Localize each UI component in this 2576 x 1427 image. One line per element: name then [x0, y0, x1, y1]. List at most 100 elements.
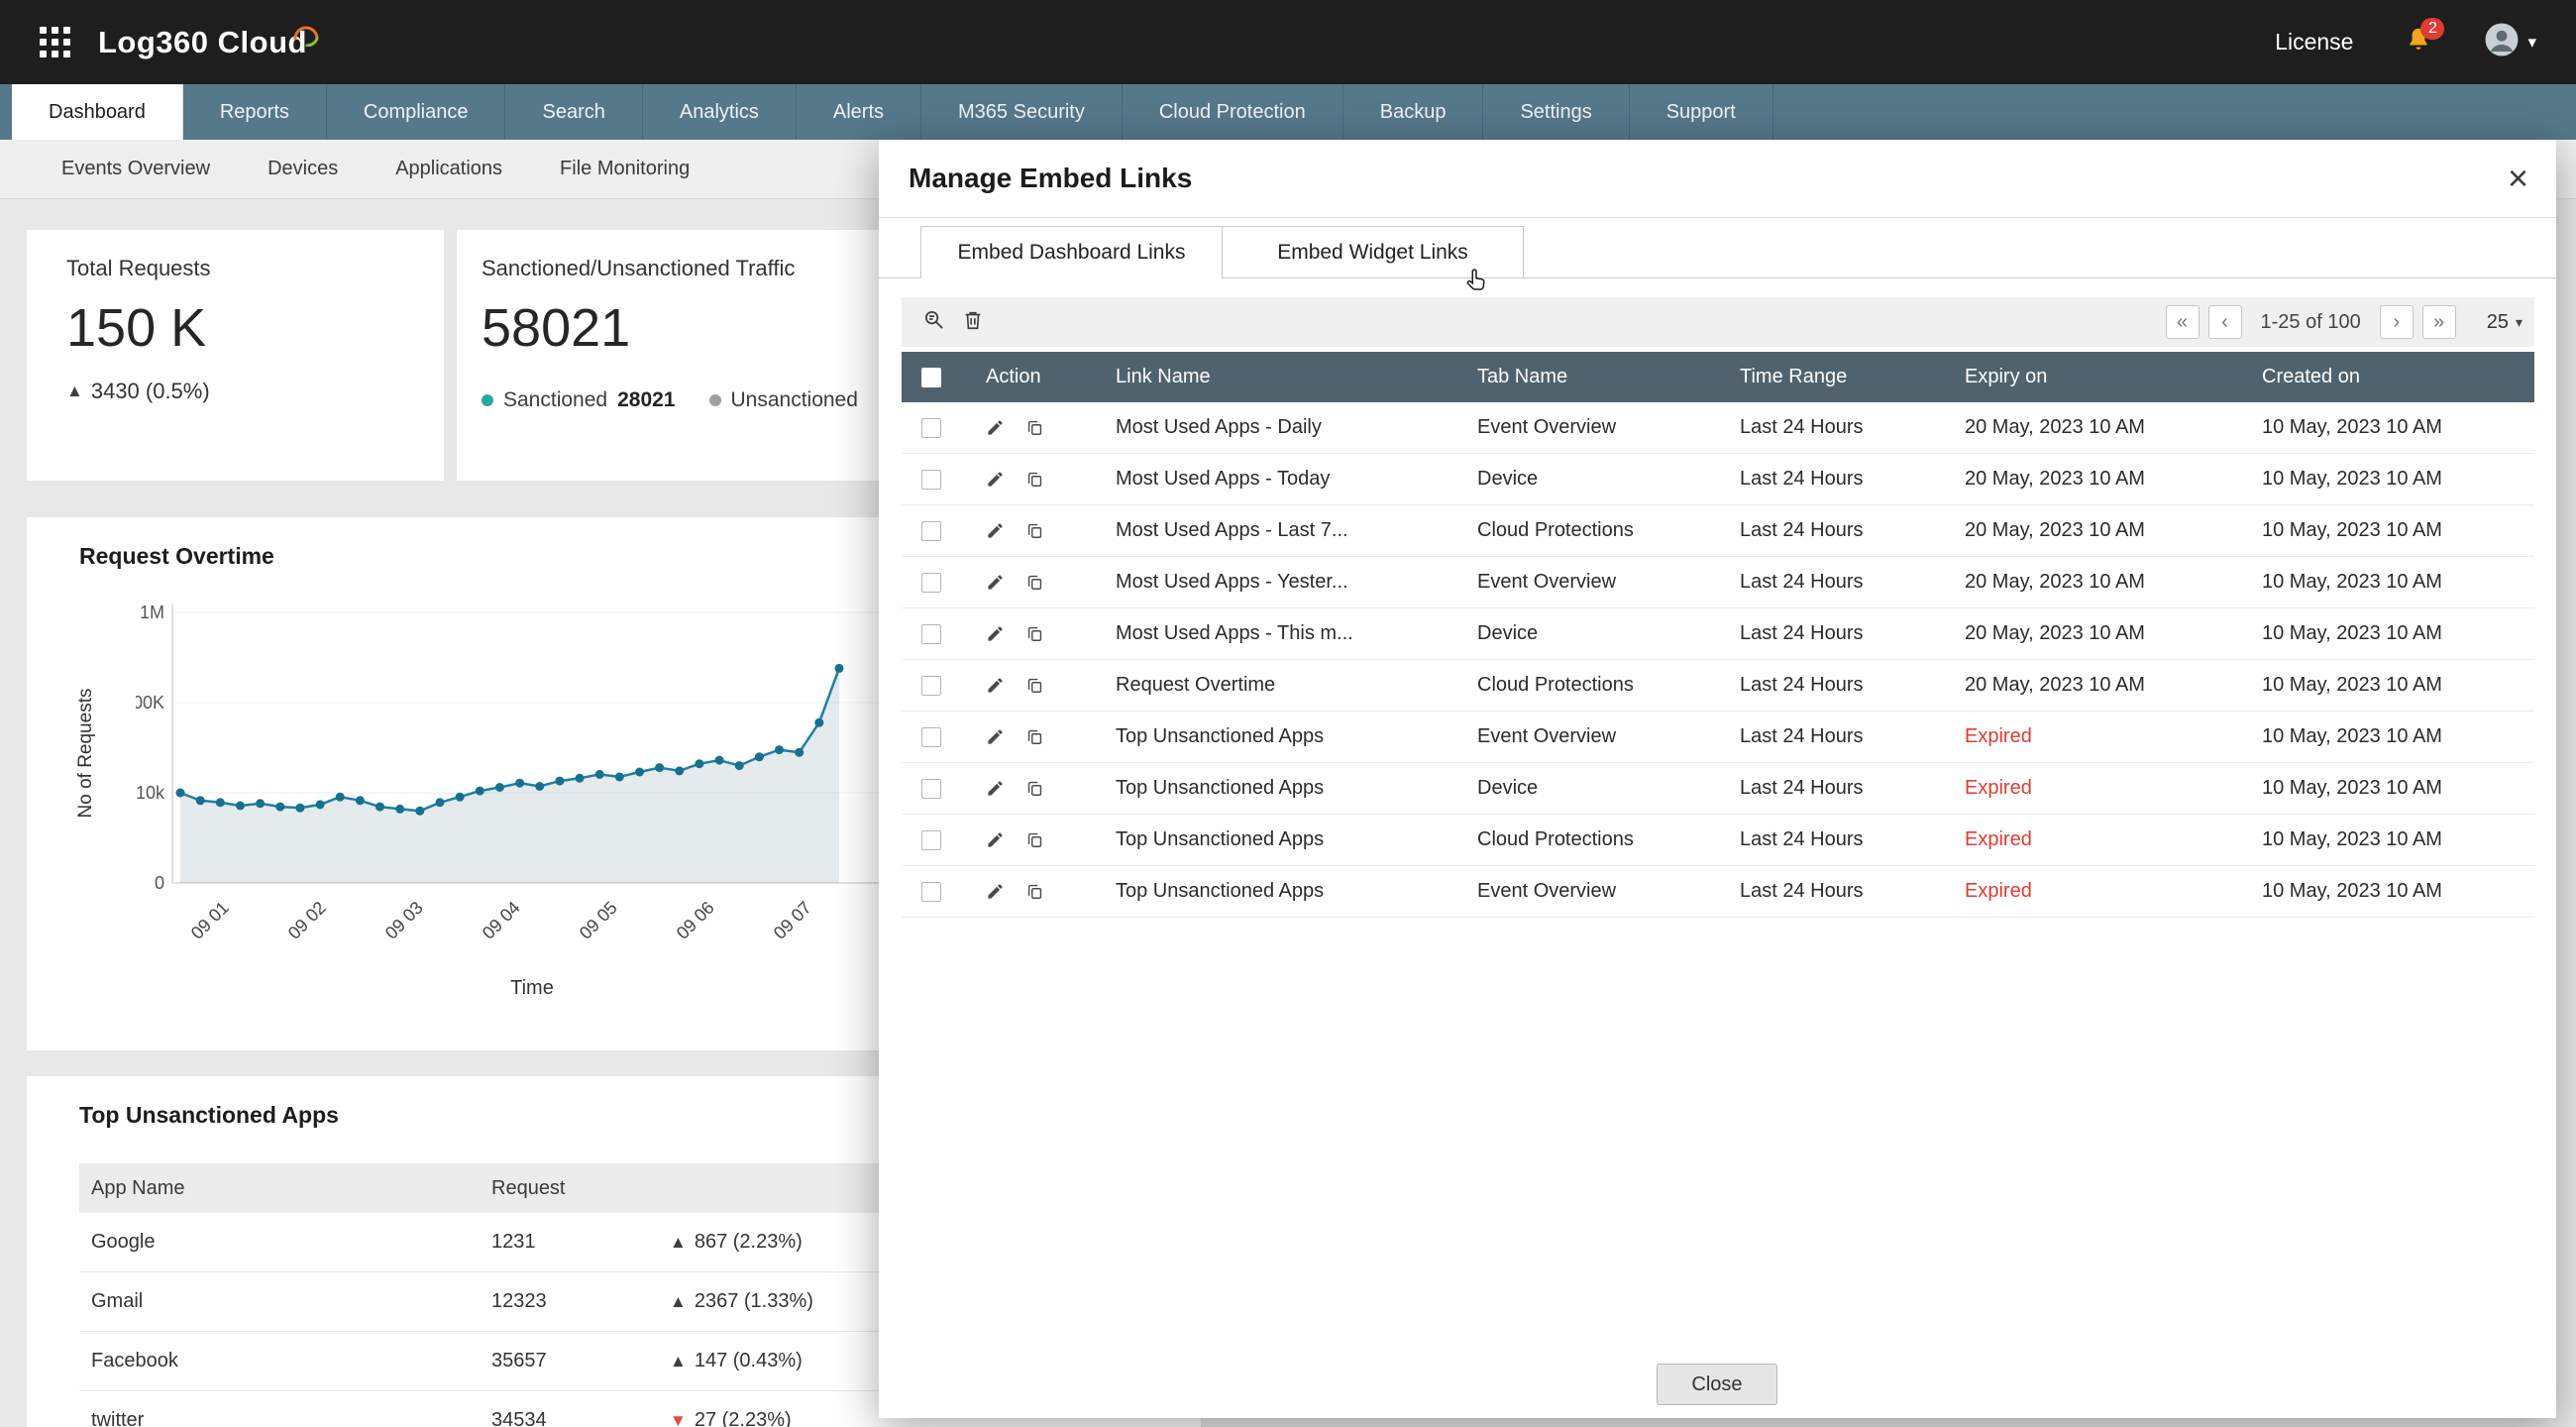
edit-icon[interactable] — [986, 882, 1005, 901]
page-size-value: 25 — [2486, 310, 2509, 333]
copy-embed-link-icon[interactable] — [1025, 418, 1044, 437]
modal-title: Manage Embed Links — [909, 163, 1193, 193]
pagination: « ‹ 1-25 of 100 › » 25 ▾ — [2165, 305, 2522, 339]
edit-icon[interactable] — [986, 779, 1005, 798]
row-checkbox[interactable] — [921, 417, 941, 438]
avatar-icon — [2484, 22, 2520, 62]
subnav-item-applications[interactable]: Applications — [395, 158, 502, 180]
svg-text:0: 0 — [155, 873, 164, 893]
nav-tab-support[interactable]: Support — [1630, 84, 1773, 140]
edit-icon[interactable] — [986, 521, 1005, 540]
edit-icon[interactable] — [986, 624, 1005, 643]
modal-tab-embed-dashboard-links[interactable]: Embed Dashboard Links — [920, 226, 1223, 278]
row-checkbox[interactable] — [921, 520, 941, 541]
last-page-button[interactable]: » — [2421, 305, 2456, 339]
row-checkbox[interactable] — [921, 726, 941, 747]
copy-embed-link-icon[interactable] — [1025, 521, 1044, 540]
copy-embed-link-icon[interactable] — [1025, 830, 1044, 849]
row-check-cell — [902, 417, 963, 438]
copy-embed-link-icon[interactable] — [1025, 882, 1044, 901]
app-name-cell: Gmail — [91, 1290, 144, 1312]
tab-name-cell: Event Overview — [1477, 571, 1617, 593]
copy-embed-link-icon[interactable] — [1025, 727, 1044, 746]
next-page-button[interactable]: › — [2379, 305, 2414, 339]
subnav-item-events-overview[interactable]: Events Overview — [61, 158, 210, 180]
subnav-item-devices[interactable]: Devices — [268, 158, 338, 180]
notifications-button[interactable]: 2 — [2405, 18, 2445, 58]
time-range-cell: Last 24 Hours — [1740, 674, 1864, 696]
edit-icon[interactable] — [986, 573, 1005, 592]
chevron-down-icon: ▾ — [2515, 313, 2522, 330]
legend-item-unsanctioned: Unsanctioned — [708, 388, 858, 412]
action-cell — [963, 624, 1100, 643]
first-page-button[interactable]: « — [2165, 305, 2200, 339]
request-cell: 35657 — [491, 1350, 547, 1372]
expiry-cell: 20 May, 2023 10 AM — [1965, 622, 2145, 644]
logo-swoosh-icon — [289, 17, 323, 52]
edit-icon[interactable] — [986, 676, 1005, 695]
row-checkbox[interactable] — [921, 778, 941, 799]
modal-titlebar: Manage Embed Links × — [879, 140, 2556, 218]
table-title: Top Unsanctioned Apps — [79, 1102, 339, 1128]
modal-tab-embed-widget-links[interactable]: Embed Widget Links — [1222, 226, 1524, 278]
copy-embed-link-icon[interactable] — [1025, 624, 1044, 643]
row-check-cell — [902, 778, 963, 799]
table-row: Top Unsanctioned Apps Event Overview Last … — [902, 866, 2534, 918]
page-size-select[interactable]: 25 ▾ — [2487, 311, 2522, 334]
action-cell — [963, 882, 1100, 901]
copy-embed-link-icon[interactable] — [1025, 573, 1044, 592]
app-logo[interactable]: Log360 Cloud — [98, 25, 319, 60]
tab-name-cell: Device — [1477, 468, 1539, 490]
delta-text: 27 (2.23%) — [694, 1409, 792, 1427]
up-arrow-icon: ▲ — [66, 382, 83, 400]
close-button[interactable]: Close — [1657, 1364, 1777, 1405]
nav-tab-backup[interactable]: Backup — [1343, 84, 1484, 140]
sanctioned-dot-icon — [482, 394, 493, 406]
nav-tab-analytics[interactable]: Analytics — [643, 84, 797, 140]
search-button[interactable] — [913, 302, 953, 342]
edit-icon[interactable] — [986, 727, 1005, 746]
row-checkbox[interactable] — [921, 829, 941, 850]
nav-tab-m365-security[interactable]: M365 Security — [921, 84, 1123, 140]
row-checkbox[interactable] — [921, 881, 941, 902]
edit-icon[interactable] — [986, 830, 1005, 849]
select-all-checkbox[interactable] — [921, 367, 941, 387]
edit-icon[interactable] — [986, 418, 1005, 437]
subnav-item-file-monitoring[interactable]: File Monitoring — [560, 158, 690, 180]
legend-label: Unsanctioned — [730, 388, 858, 411]
column-header-created-on: Created on — [2262, 366, 2360, 387]
nav-tab-compliance[interactable]: Compliance — [327, 84, 506, 140]
delete-button[interactable] — [953, 302, 993, 342]
search-icon — [922, 308, 945, 336]
copy-embed-link-icon[interactable] — [1025, 676, 1044, 695]
nav-tab-reports[interactable]: Reports — [183, 84, 327, 140]
row-checkbox[interactable] — [921, 469, 941, 490]
copy-embed-link-icon[interactable] — [1025, 470, 1044, 489]
table-row: Top Unsanctioned Apps Cloud Protections La… — [902, 815, 2534, 866]
nav-tab-cloud-protection[interactable]: Cloud Protection — [1123, 84, 1343, 140]
table-row: Most Used Apps - Daily Event Overview Last… — [902, 402, 2534, 454]
chevron-down-icon: ▾ — [2527, 32, 2536, 52]
edit-icon[interactable] — [986, 470, 1005, 489]
nav-tab-dashboard[interactable]: Dashboard — [12, 84, 183, 140]
nav-tab-settings[interactable]: Settings — [1483, 84, 1630, 140]
action-cell — [963, 779, 1100, 798]
link-name-cell: Top Unsanctioned Apps — [1116, 777, 1325, 799]
column-header-app-name: App Name — [91, 1176, 185, 1199]
up-arrow-icon: ▲ — [670, 1232, 687, 1252]
close-icon[interactable]: × — [2508, 161, 2528, 196]
prev-page-button[interactable]: ‹ — [2207, 305, 2242, 339]
action-cell — [963, 521, 1100, 540]
user-menu-button[interactable]: ▾ — [2484, 22, 2536, 62]
nav-tab-search[interactable]: Search — [505, 84, 643, 140]
row-checkbox[interactable] — [921, 675, 941, 696]
row-checkbox[interactable] — [921, 623, 941, 644]
svg-text:09 07: 09 07 — [770, 898, 815, 943]
link-name-cell: Request Overtime — [1116, 674, 1276, 696]
nav-tab-alerts[interactable]: Alerts — [797, 84, 922, 140]
app-launcher-icon[interactable] — [40, 27, 70, 57]
copy-embed-link-icon[interactable] — [1025, 779, 1044, 798]
row-checkbox[interactable] — [921, 572, 941, 593]
chart-title: Request Overtime — [79, 543, 274, 569]
license-link[interactable]: License — [2275, 29, 2353, 55]
